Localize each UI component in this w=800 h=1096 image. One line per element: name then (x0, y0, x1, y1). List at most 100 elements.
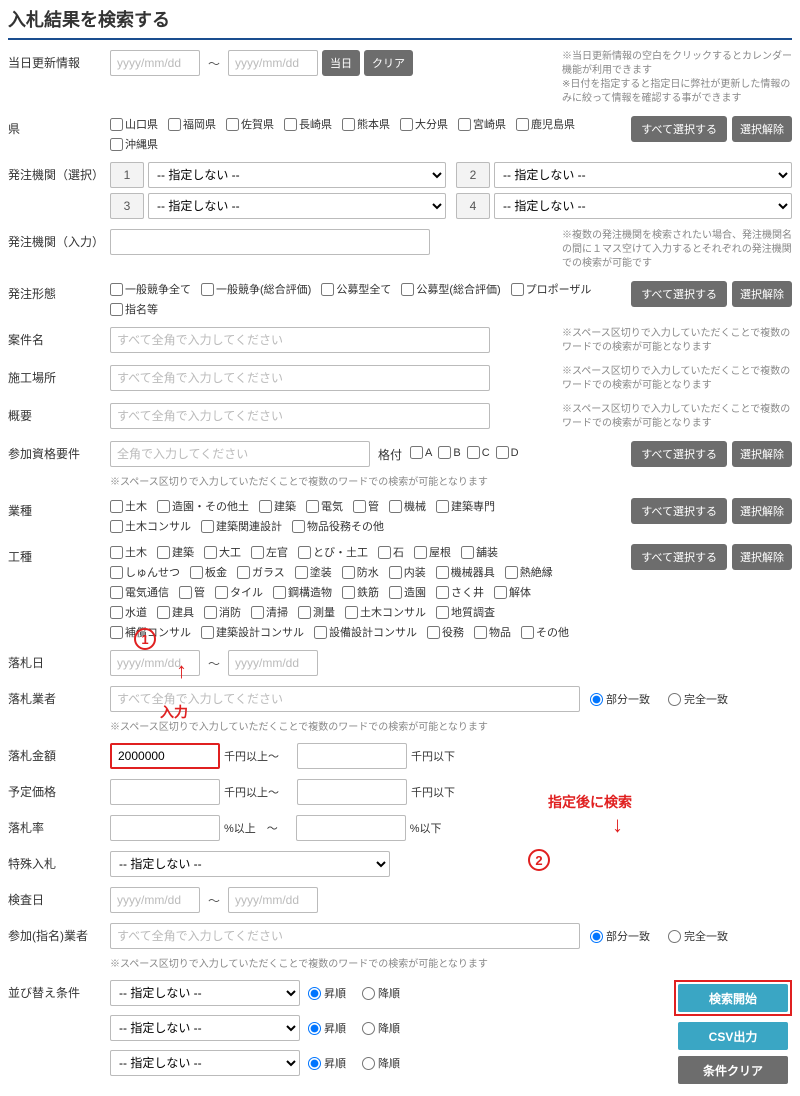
cb-work-2[interactable]: 大工 (204, 544, 241, 560)
btn-clear-cond[interactable]: 条件クリア (678, 1056, 788, 1084)
amount-from[interactable] (110, 743, 220, 769)
cb-ind-9[interactable]: 物品役務その他 (292, 518, 384, 534)
cb-work-33[interactable]: 設備設計コンサル (314, 624, 417, 640)
cb-work-35[interactable]: 物品 (474, 624, 511, 640)
est-from[interactable] (110, 779, 220, 805)
cb-ind-0[interactable]: 土木 (110, 498, 147, 514)
cb-form-5[interactable]: 指名等 (110, 301, 158, 317)
sort2-asc[interactable]: 昇順 (308, 1020, 346, 1036)
cb-work-16[interactable]: 電気通信 (110, 584, 169, 600)
cb-form-0[interactable]: 一般競争全て (110, 281, 191, 297)
summary-input[interactable] (110, 403, 490, 429)
radio-exact-2[interactable]: 完全一致 (668, 928, 728, 944)
cb-form-3[interactable]: 公募型(総合評価) (401, 281, 500, 297)
insp-from[interactable] (110, 887, 200, 913)
cb-work-4[interactable]: とび・土工 (298, 544, 368, 560)
cb-work-21[interactable]: 造園 (389, 584, 426, 600)
cb-work-34[interactable]: 役務 (427, 624, 464, 640)
cb-work-18[interactable]: タイル (215, 584, 263, 600)
cb-form-2[interactable]: 公募型全て (321, 281, 391, 297)
cb-work-9[interactable]: 板金 (190, 564, 227, 580)
sort3-asc[interactable]: 昇順 (308, 1055, 346, 1071)
sort-3[interactable]: -- 指定しない -- (110, 1050, 300, 1076)
cb-work-28[interactable]: 測量 (298, 604, 335, 620)
cb-work-25[interactable]: 建具 (157, 604, 194, 620)
cb-rank-C[interactable]: C (467, 446, 490, 459)
qual-input[interactable] (110, 441, 370, 467)
proj-input[interactable] (110, 327, 490, 353)
cb-work-22[interactable]: さく井 (436, 584, 484, 600)
cb-work-32[interactable]: 建築設計コンサル (201, 624, 304, 640)
cb-work-20[interactable]: 鉄筋 (342, 584, 379, 600)
cb-work-1[interactable]: 建築 (157, 544, 194, 560)
sort3-desc[interactable]: 降順 (362, 1055, 400, 1071)
cb-ind-7[interactable]: 土木コンサル (110, 518, 191, 534)
cb-ind-5[interactable]: 機械 (389, 498, 426, 514)
btn-clear-date[interactable]: クリア (364, 50, 413, 76)
cb-work-27[interactable]: 清掃 (251, 604, 288, 620)
cb-ind-1[interactable]: 造園・その他土 (157, 498, 249, 514)
rate-from[interactable] (110, 815, 220, 841)
cb-ind-2[interactable]: 建築 (259, 498, 296, 514)
sel-special[interactable]: -- 指定しない -- (110, 851, 390, 877)
sort2-desc[interactable]: 降順 (362, 1020, 400, 1036)
cb-work-24[interactable]: 水道 (110, 604, 147, 620)
cb-pref-2[interactable]: 佐賀県 (226, 116, 274, 132)
cb-work-15[interactable]: 熱絶縁 (505, 564, 553, 580)
est-to[interactable] (297, 779, 407, 805)
btn-csv[interactable]: CSV出力 (678, 1022, 788, 1050)
cb-work-26[interactable]: 消防 (204, 604, 241, 620)
org-input[interactable] (110, 229, 430, 255)
date-from[interactable] (110, 50, 200, 76)
cb-pref-6[interactable]: 宮崎県 (458, 116, 506, 132)
work-select-all[interactable]: すべて選択する (631, 544, 727, 570)
sel-org-4[interactable]: -- 指定しない -- (494, 193, 792, 219)
radio-partial-2[interactable]: 部分一致 (590, 928, 650, 944)
cb-rank-D[interactable]: D (496, 446, 519, 459)
cb-rank-A[interactable]: A (410, 446, 432, 459)
cb-work-30[interactable]: 地質調査 (436, 604, 495, 620)
sort1-desc[interactable]: 降順 (362, 985, 400, 1001)
insp-to[interactable] (228, 887, 318, 913)
btn-today[interactable]: 当日 (322, 50, 360, 76)
cb-ind-4[interactable]: 管 (353, 498, 379, 514)
cb-work-6[interactable]: 屋根 (414, 544, 451, 560)
date-to[interactable] (228, 50, 318, 76)
award-to[interactable] (228, 650, 318, 676)
cb-work-23[interactable]: 解体 (494, 584, 531, 600)
cb-pref-0[interactable]: 山口県 (110, 116, 158, 132)
sort-1[interactable]: -- 指定しない -- (110, 980, 300, 1006)
cb-work-10[interactable]: ガラス (237, 564, 285, 580)
nominee-input[interactable] (110, 923, 580, 949)
form-deselect[interactable]: 選択解除 (732, 281, 792, 307)
btn-search[interactable]: 検索開始 (678, 984, 788, 1012)
cb-work-8[interactable]: しゅんせつ (110, 564, 180, 580)
cb-work-14[interactable]: 機械器具 (436, 564, 495, 580)
cb-work-13[interactable]: 内装 (389, 564, 426, 580)
qual-select-all[interactable]: すべて選択する (631, 441, 727, 467)
cb-work-17[interactable]: 管 (179, 584, 205, 600)
rate-to[interactable] (296, 815, 406, 841)
pref-deselect[interactable]: 選択解除 (732, 116, 792, 142)
cb-work-5[interactable]: 石 (378, 544, 404, 560)
cb-form-1[interactable]: 一般競争(総合評価) (201, 281, 311, 297)
cb-pref-3[interactable]: 長崎県 (284, 116, 332, 132)
cb-form-4[interactable]: プロポーザル (511, 281, 592, 297)
cb-pref-7[interactable]: 鹿児島県 (516, 116, 575, 132)
loc-input[interactable] (110, 365, 490, 391)
form-select-all[interactable]: すべて選択する (631, 281, 727, 307)
cb-pref-1[interactable]: 福岡県 (168, 116, 216, 132)
cb-ind-8[interactable]: 建築関連設計 (201, 518, 282, 534)
radio-exact[interactable]: 完全一致 (668, 691, 728, 707)
sel-org-2[interactable]: -- 指定しない -- (494, 162, 792, 188)
work-deselect[interactable]: 選択解除 (732, 544, 792, 570)
cb-ind-3[interactable]: 電気 (306, 498, 343, 514)
qual-deselect[interactable]: 選択解除 (732, 441, 792, 467)
ind-deselect[interactable]: 選択解除 (732, 498, 792, 524)
cb-work-19[interactable]: 鋼構造物 (273, 584, 332, 600)
cb-pref-4[interactable]: 熊本県 (342, 116, 390, 132)
sort-2[interactable]: -- 指定しない -- (110, 1015, 300, 1041)
sel-org-1[interactable]: -- 指定しない -- (148, 162, 446, 188)
cb-rank-B[interactable]: B (438, 446, 460, 459)
cb-work-7[interactable]: 舗装 (461, 544, 498, 560)
